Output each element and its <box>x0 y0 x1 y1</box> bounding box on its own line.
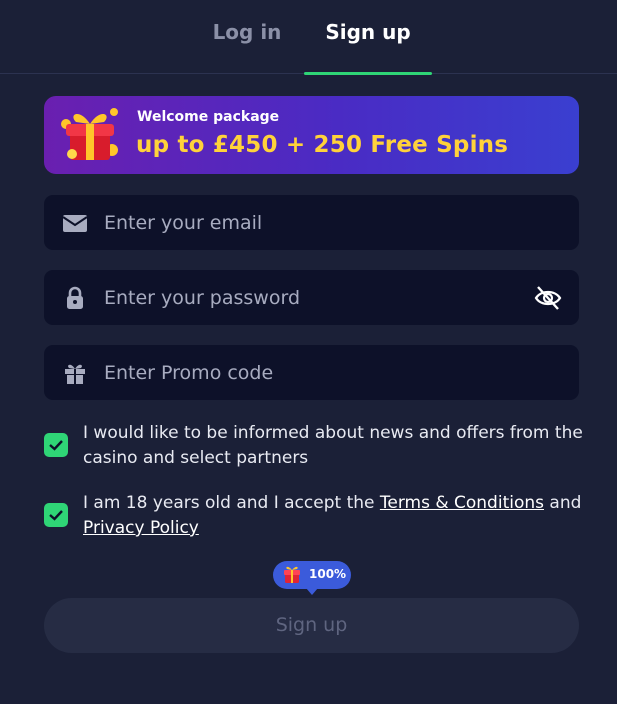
active-tab-indicator <box>304 72 432 75</box>
age-terms-text: I am 18 years old and I accept the <box>83 493 380 513</box>
password-field <box>44 270 579 325</box>
and-text: and <box>544 493 582 513</box>
gift-icon <box>284 566 300 583</box>
news-consent-row: I would like to be informed about news a… <box>44 421 584 471</box>
check-icon <box>49 440 63 451</box>
email-input[interactable] <box>104 195 524 250</box>
gift-box-art <box>61 108 118 160</box>
promo-code-field <box>44 345 579 400</box>
password-input[interactable] <box>104 270 524 325</box>
promo-code-input[interactable] <box>104 345 524 400</box>
auth-tabs: Log in Sign up <box>0 0 617 75</box>
terms-link[interactable]: Terms & Conditions <box>380 493 544 513</box>
email-field <box>44 195 579 250</box>
banner-subtitle: Welcome package <box>137 109 280 125</box>
gift-icon <box>65 364 85 384</box>
privacy-policy-link[interactable]: Privacy Policy <box>83 518 199 538</box>
banner-headline: up to £450 + 250 Free Spins <box>136 132 509 158</box>
lock-icon <box>67 286 83 309</box>
sign-up-button[interactable]: Sign up <box>44 598 579 653</box>
age-terms-checkbox[interactable] <box>44 503 68 527</box>
news-consent-label: I would like to be informed about news a… <box>83 423 583 468</box>
age-terms-row: I am 18 years old and I accept the Terms… <box>44 491 584 541</box>
check-icon <box>49 510 63 521</box>
bonus-badge-text: 100% <box>309 567 347 581</box>
tab-signup[interactable]: Sign up <box>304 20 432 44</box>
eye-off-icon[interactable] <box>533 283 563 313</box>
age-terms-label: I am 18 years old and I accept the Terms… <box>83 491 583 541</box>
bonus-badge: 100% <box>273 561 351 595</box>
tab-login[interactable]: Log in <box>202 20 292 44</box>
welcome-package-banner: Welcome package up to £450 + 250 Free Sp… <box>44 96 579 174</box>
envelope-icon <box>62 215 88 232</box>
news-consent-checkbox[interactable] <box>44 433 68 457</box>
